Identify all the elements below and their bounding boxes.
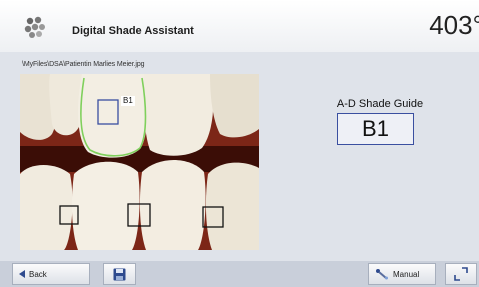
shade-guide-label: A-D Shade Guide — [336, 98, 424, 110]
file-path: \MyFiles\DSA\Patientin Marlies Meier.jpg — [22, 61, 145, 68]
back-label: Back — [29, 269, 47, 279]
shade-value: B1 — [337, 113, 414, 145]
teeth-photo[interactable]: B1 — [20, 74, 259, 250]
floppy-disk-icon — [113, 268, 126, 280]
save-button[interactable] — [103, 263, 136, 285]
temperature-readout: 403° — [429, 10, 479, 40]
app-title: Digital Shade Assistant — [72, 25, 194, 37]
header-bar: Digital Shade Assistant 403° — [0, 0, 479, 52]
manual-label: Manual — [393, 269, 420, 279]
selection-label: B1 — [121, 96, 135, 106]
dropper-icon — [376, 269, 388, 280]
tooth-cluster-icon — [24, 16, 45, 38]
back-arrow-icon — [19, 270, 25, 278]
back-button[interactable]: Back — [12, 263, 90, 285]
expand-button[interactable] — [445, 263, 477, 285]
expand-corner-icon — [454, 267, 468, 281]
manual-button[interactable]: Manual — [368, 263, 436, 285]
